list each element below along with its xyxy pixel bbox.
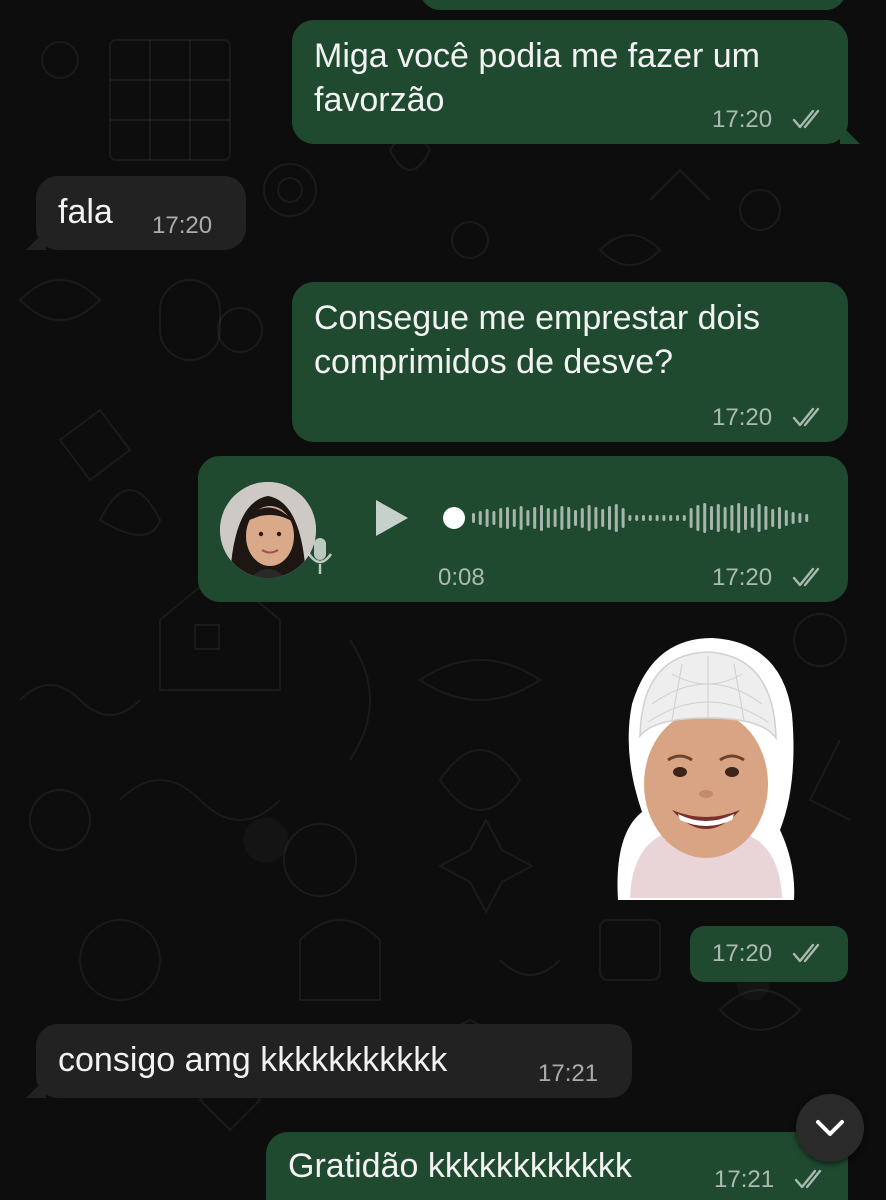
- waveform-bar: [784, 510, 788, 526]
- waveform-bar: [594, 507, 598, 529]
- message-time: 17:20: [712, 940, 773, 967]
- sender-avatar: [220, 482, 316, 578]
- waveform-bar: [601, 509, 605, 527]
- bubble-tail: [26, 1078, 46, 1098]
- message-time: 17:20: [712, 564, 773, 591]
- message-bubble-outgoing[interactable]: Gratidão kkkkkkkkkkkk 17:21: [266, 1132, 848, 1200]
- waveform-bar: [621, 508, 625, 528]
- waveform-bar: [608, 506, 611, 530]
- waveform-bar: [689, 508, 693, 528]
- message-time: 17:20: [152, 212, 213, 239]
- waveform-bar: [682, 515, 686, 521]
- voice-waveform[interactable]: [442, 498, 812, 538]
- waveform-bar: [580, 508, 584, 528]
- voice-message-bubble[interactable]: 0:08 17:20: [198, 456, 848, 602]
- message-text: Consegue me emprestar dois comprimidos d…: [314, 299, 761, 381]
- waveform-bar: [798, 513, 802, 523]
- waveform-bar: [492, 511, 496, 525]
- message-time: 17:21: [538, 1060, 599, 1087]
- waveform-bar: [546, 508, 550, 528]
- double-check-icon: [792, 407, 820, 427]
- waveform-bar: [703, 503, 707, 533]
- waveform-bar: [499, 508, 503, 528]
- waveform-bar: [696, 505, 700, 531]
- waveform-bar: [723, 507, 727, 529]
- double-check-icon: [792, 109, 820, 129]
- waveform-bar: [560, 506, 564, 530]
- waveform-bar: [506, 507, 509, 529]
- waveform-bar: [764, 506, 768, 530]
- message-bubble-outgoing[interactable]: Miga você podia me fazer um favorzão 17:…: [292, 20, 848, 144]
- waveform-bar: [716, 504, 720, 532]
- waveform-bar: [519, 506, 523, 530]
- waveform-bar: [533, 507, 537, 529]
- message-text: fala: [58, 193, 113, 231]
- double-check-icon: [794, 1169, 822, 1189]
- waveform-bar: [791, 512, 795, 524]
- waveform-bar: [750, 508, 754, 528]
- message-bubble-incoming[interactable]: consigo amg kkkkkkkkkkk 17:21: [36, 1024, 632, 1098]
- voice-duration: 0:08: [438, 564, 485, 591]
- message-bubble-incoming[interactable]: fala 17:20: [36, 176, 246, 250]
- waveform-bar: [655, 515, 659, 521]
- waveform-bar: [553, 509, 557, 527]
- waveform-bar: [472, 513, 475, 523]
- message-time: 17:21: [714, 1166, 775, 1193]
- waveform-bar: [730, 505, 734, 531]
- microphone-icon: [307, 538, 333, 574]
- chevron-down-icon: [816, 1120, 844, 1136]
- waveform-bar: [485, 509, 489, 527]
- waveform-bar: [771, 509, 775, 527]
- waveform-bar: [744, 506, 747, 530]
- sticker-time-pill: 17:20: [690, 926, 848, 982]
- waveform-bar: [540, 505, 543, 531]
- double-check-icon: [792, 567, 820, 587]
- waveform-bar: [512, 509, 516, 527]
- waveform-bar: [648, 515, 652, 521]
- chat-area[interactable]: Miga você podia me fazer um favorzão 17:…: [0, 0, 886, 1200]
- waveform-bar: [778, 507, 781, 529]
- waveform-bar: [805, 514, 809, 522]
- message-time: 17:20: [712, 404, 773, 431]
- waveform-bar: [478, 511, 482, 525]
- waveform-bar: [642, 515, 645, 521]
- message-text: consigo amg kkkkkkkkkkk: [58, 1041, 448, 1079]
- waveform-bar: [567, 507, 571, 529]
- waveform-bar: [669, 515, 673, 521]
- message-bubble-outgoing[interactable]: Consegue me emprestar dois comprimidos d…: [292, 282, 848, 442]
- message-bubble-partial[interactable]: [420, 0, 846, 10]
- bubble-tail: [26, 230, 46, 250]
- waveform-bar: [676, 515, 679, 521]
- waveform-bar: [635, 515, 639, 521]
- waveform-bar: [757, 504, 761, 532]
- scroll-to-bottom-button[interactable]: [796, 1094, 864, 1162]
- sticker-image[interactable]: [612, 634, 798, 904]
- waveform-bar: [710, 506, 713, 530]
- double-check-icon: [792, 943, 820, 963]
- waveform-bar: [662, 515, 666, 521]
- waveform-bar: [614, 504, 618, 532]
- waveform-scrubber[interactable]: [443, 507, 465, 529]
- bubble-tail: [840, 124, 860, 144]
- message-text: Gratidão kkkkkkkkkkkk: [288, 1147, 632, 1185]
- play-icon[interactable]: [372, 496, 412, 540]
- waveform-bar: [587, 505, 591, 531]
- waveform-bar: [526, 510, 530, 526]
- waveform-bar: [737, 503, 741, 533]
- waveform-bar: [574, 510, 577, 526]
- waveform-bar: [628, 515, 632, 521]
- message-time: 17:20: [712, 106, 773, 133]
